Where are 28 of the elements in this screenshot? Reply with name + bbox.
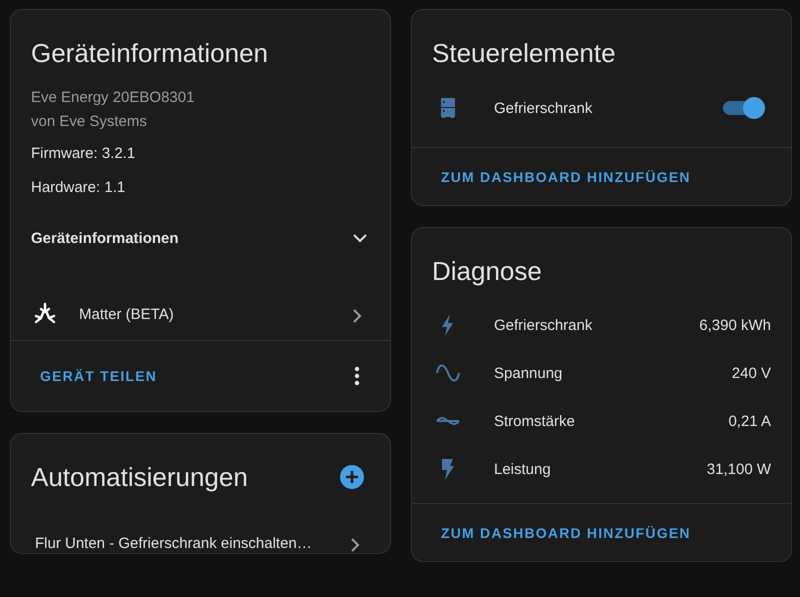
add-icon[interactable] [340,465,364,489]
sensor-label: Leistung [494,460,552,478]
add-to-dashboard-button[interactable]: ZUM DASHBOARD HINZUFÜGEN [432,516,700,548]
card-title: Diagnose [431,255,543,287]
device-manufacturer: von Eve Systems [30,112,148,132]
firmware-version: Firmware: 3.2.1 [30,144,136,164]
hardware-version: Hardware: 1.1 [30,178,126,198]
matter-icon [33,302,57,326]
add-to-dashboard-button[interactable]: ZUM DASHBOARD HINZUFÜGEN [432,160,700,192]
sensor-label: Stromstärke [494,412,576,430]
share-button[interactable]: GERÄT TEILEN [31,360,166,392]
card-title: Steuerelemente [431,37,617,69]
expander-header[interactable]: Geräteinformationen [31,228,370,248]
integration-label: Matter (BETA) [79,306,175,322]
more-icon[interactable] [354,366,360,386]
sensor-value: 6,390 kWh [699,316,771,334]
automation-item[interactable]: Flur Unten - Gefrierschrank einschalten… [35,534,312,552]
sensor-value: 31,100 W [706,460,771,478]
card-title: Geräteinformationen [30,37,270,69]
sensor-value: 240 V [732,364,771,382]
entity-label: Gefrierschrank [494,100,594,116]
sensor-label: Spannung [494,364,564,382]
device-model: Eve Energy 20EBO8301 [30,88,196,108]
sensor-value: 0,21 A [728,412,771,430]
integration-row[interactable]: Matter (BETA) [11,288,390,341]
sensor-label: Gefrierschrank [494,316,594,334]
card-title: Automatisierungen [30,461,249,493]
toggle-switch[interactable] [721,95,767,121]
